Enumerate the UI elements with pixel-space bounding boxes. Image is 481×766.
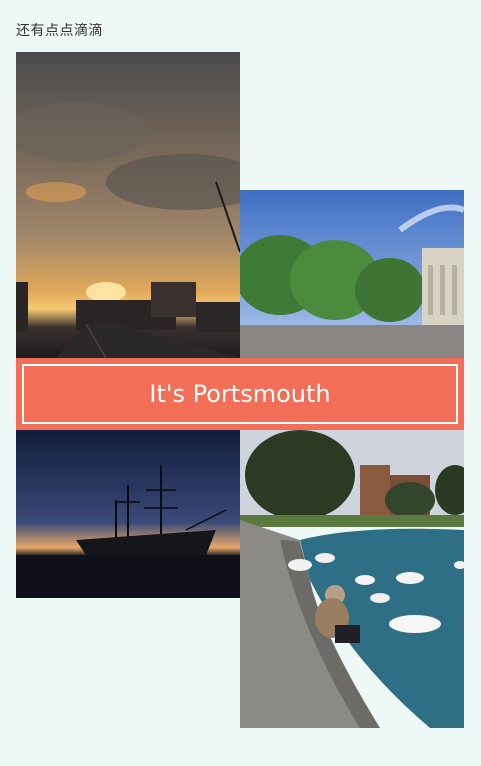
sunset-street-photo[interactable] — [16, 52, 240, 358]
swans-lake-photo[interactable] — [240, 430, 464, 728]
tall-ship-dusk-photo[interactable] — [16, 430, 240, 598]
page-caption: 还有点点滴滴 — [16, 23, 103, 39]
square-trees-photo[interactable] — [240, 190, 464, 358]
title-banner: It's Portsmouth — [16, 358, 464, 430]
banner-frame: It's Portsmouth — [22, 364, 458, 424]
banner-title: It's Portsmouth — [149, 380, 331, 408]
